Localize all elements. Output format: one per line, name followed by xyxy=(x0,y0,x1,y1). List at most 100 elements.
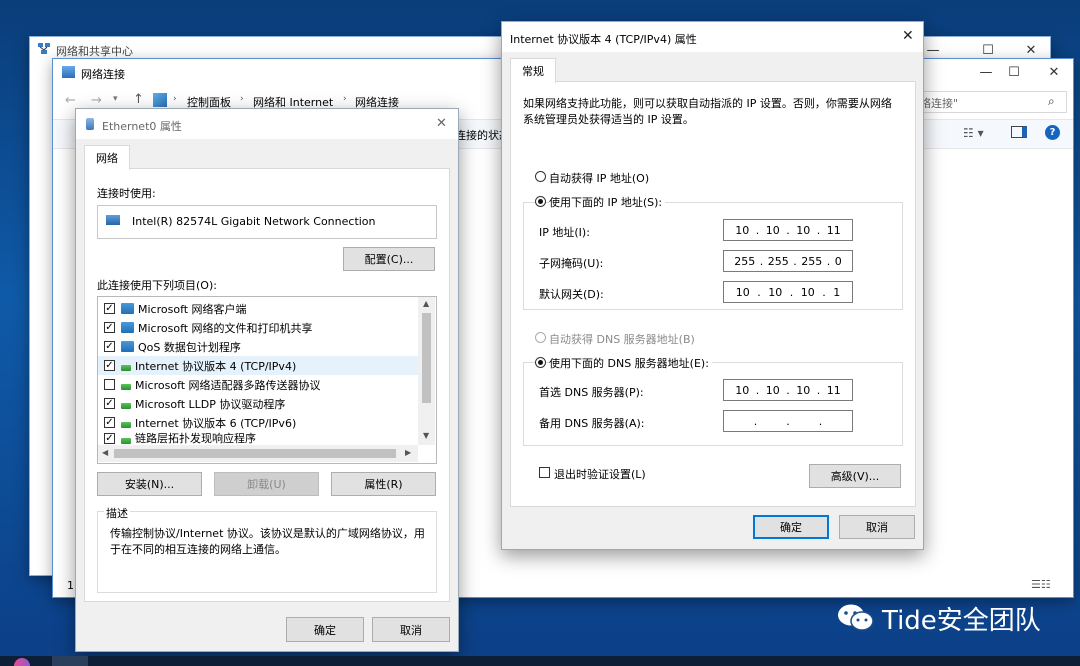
item-label: Microsoft LLDP 协议驱动程序 xyxy=(135,397,286,411)
item-checkbox[interactable]: ✓ xyxy=(104,341,115,352)
validate-checkbox[interactable] xyxy=(539,467,550,478)
tab-general[interactable]: 常规 xyxy=(510,58,556,83)
ip-octet[interactable]: 1 xyxy=(833,286,840,299)
ip-octet[interactable]: 10 xyxy=(766,384,780,397)
item-checkbox[interactable]: ✓ xyxy=(104,322,115,333)
list-item[interactable]: ✓ Internet 协议版本 6 (TCP/IPv6) xyxy=(104,413,296,432)
item-label: Microsoft 网络的文件和打印机共享 xyxy=(138,321,313,335)
item-checkbox[interactable]: ✓ xyxy=(104,417,115,428)
auto-ip-label[interactable]: 自动获得 IP 地址(O) xyxy=(549,170,649,186)
item-checkbox[interactable]: ✓ xyxy=(104,398,115,409)
taskbar-app-icon[interactable] xyxy=(14,658,30,666)
gateway-field[interactable]: 10. 10. 10. 1 xyxy=(723,281,853,303)
recent-chevron-down-icon[interactable]: ▾ xyxy=(113,94,118,104)
item-checkbox[interactable]: ✓ xyxy=(104,303,115,314)
validate-label[interactable]: 退出时验证设置(L) xyxy=(554,466,646,482)
ethernet-close-icon[interactable]: ✕ xyxy=(436,116,447,131)
ip-octet[interactable]: 11 xyxy=(827,224,841,237)
ethernet-ok-button[interactable]: 确定 xyxy=(286,617,364,642)
advanced-button[interactable]: 高级(V)... xyxy=(809,464,901,488)
details-view-icon[interactable]: ☰☷ xyxy=(1031,578,1051,591)
auto-ip-radio[interactable] xyxy=(535,171,546,182)
explorer-close-button[interactable]: ✕ xyxy=(1031,59,1077,85)
explorer-title: 网络连接 xyxy=(81,68,125,81)
uninstall-button[interactable]: 卸载(U) xyxy=(214,472,319,496)
scroll-up-icon[interactable]: ▲ xyxy=(423,299,429,308)
preferred-dns-field[interactable]: 10. 10. 10. 11 xyxy=(723,379,853,401)
ethernet-dialog-title: Ethernet0 属性 xyxy=(102,120,182,133)
manual-dns-label[interactable]: 使用下面的 DNS 服务器地址(E): xyxy=(549,355,712,371)
ipv4-close-icon[interactable]: ✕ xyxy=(902,28,914,44)
scroll-down-icon[interactable]: ▼ xyxy=(423,431,429,440)
subnet-mask-label: 子网掩码(U): xyxy=(539,257,604,270)
manual-dns-radio[interactable] xyxy=(535,357,546,368)
ethernet-properties-dialog: Ethernet0 属性 ✕ 网络 连接时使用: Intel(R) 82574L… xyxy=(75,108,459,652)
manual-ip-radio[interactable] xyxy=(535,196,546,207)
ip-address-field[interactable]: 10. 10. 10. 11 xyxy=(723,219,853,241)
description-text: 传输控制协议/Internet 协议。该协议是默认的广域网络协议，用于在不同的相… xyxy=(110,527,425,556)
scroll-right-icon[interactable]: ▶ xyxy=(405,448,411,457)
auto-dns-label[interactable]: 自动获得 DNS 服务器地址(B) xyxy=(549,331,695,347)
list-item[interactable]: ✓ Microsoft 网络的文件和打印机共享 xyxy=(104,318,313,337)
item-label: 链路层拓扑发现响应程序 xyxy=(135,432,256,444)
up-arrow-icon[interactable]: ↑ xyxy=(133,92,144,107)
ip-octet[interactable]: 10 xyxy=(735,384,749,397)
ethernet-adapter-icon xyxy=(86,118,94,130)
list-item[interactable]: ✓ QoS 数据包计划程序 xyxy=(104,337,241,356)
ip-octet[interactable]: 10 xyxy=(796,224,810,237)
install-button[interactable]: 安装(N)... xyxy=(97,472,202,496)
properties-button[interactable]: 属性(R) xyxy=(331,472,436,496)
ip-octet[interactable]: 10 xyxy=(768,286,782,299)
item-checkbox[interactable]: ✓ xyxy=(104,432,115,444)
item-label: Microsoft 网络客户端 xyxy=(138,302,247,316)
list-item[interactable]: ✓ 链路层拓扑发现响应程序 xyxy=(104,432,256,444)
preview-pane-icon[interactable] xyxy=(1011,126,1027,138)
configure-button[interactable]: 配置(C)... xyxy=(343,247,435,271)
ip-octet[interactable]: 10 xyxy=(801,286,815,299)
ipv4-ok-button[interactable]: 确定 xyxy=(753,515,829,539)
ip-octet[interactable]: 10 xyxy=(796,384,810,397)
ip-octet[interactable]: 10 xyxy=(766,224,780,237)
search-box[interactable]: 络连接" ⌕ xyxy=(915,91,1067,113)
tab-network[interactable]: 网络 xyxy=(84,145,130,170)
ip-octet[interactable]: 255 xyxy=(768,255,789,268)
help-icon[interactable]: ? xyxy=(1045,125,1060,140)
ip-octet[interactable]: 10 xyxy=(736,286,750,299)
list-item[interactable]: ✓ Microsoft LLDP 协议驱动程序 xyxy=(104,394,285,413)
ip-address-label: IP 地址(I): xyxy=(539,226,590,239)
subnet-mask-field[interactable]: 255. 255. 255. 0 xyxy=(723,250,853,272)
forward-arrow-icon[interactable]: → xyxy=(91,93,102,108)
ip-octet[interactable]: 11 xyxy=(827,384,841,397)
hscroll-thumb[interactable] xyxy=(114,449,396,458)
items-list[interactable]: ✓ Microsoft 网络客户端 ✓ Microsoft 网络的文件和打印机共享 … xyxy=(97,296,437,464)
scroll-left-icon[interactable]: ◀ xyxy=(102,448,108,457)
view-options-icon[interactable]: ☷ ▾ xyxy=(963,126,984,140)
list-item-selected[interactable]: ✓ Internet 协议版本 4 (TCP/IPv4) xyxy=(98,356,422,375)
back-arrow-icon[interactable]: ← xyxy=(65,93,76,108)
ip-octet[interactable]: 255 xyxy=(734,255,755,268)
list-vertical-scrollbar[interactable]: ▲ ▼ xyxy=(418,297,435,445)
ip-octet[interactable]: 10 xyxy=(735,224,749,237)
connect-using-label: 连接时使用: xyxy=(97,187,156,200)
search-icon[interactable]: ⌕ xyxy=(1048,94,1055,109)
ipv4-cancel-button[interactable]: 取消 xyxy=(839,515,915,539)
nsc-title: 网络和共享中心 xyxy=(56,45,133,58)
tab-general-label: 常规 xyxy=(522,65,544,78)
ip-octet[interactable]: 0 xyxy=(835,255,842,268)
alternate-dns-field[interactable]: . . . xyxy=(723,410,853,432)
ipv4-tab-page: 如果网络支持此功能，则可以获取自动指派的 IP 设置。否则，你需要从网络系统管理… xyxy=(510,81,916,507)
protocol-icon xyxy=(121,422,131,428)
search-input[interactable]: 络连接" xyxy=(920,95,958,111)
auto-dns-radio[interactable] xyxy=(535,332,546,343)
manual-ip-label[interactable]: 使用下面的 IP 地址(S): xyxy=(549,194,666,210)
item-checkbox[interactable] xyxy=(104,379,115,390)
taskbar-app-icon[interactable] xyxy=(52,656,88,666)
list-item[interactable]: ✓ Microsoft 网络客户端 xyxy=(104,299,247,318)
description-label: 描述 xyxy=(104,505,130,521)
list-item[interactable]: Microsoft 网络适配器多路传送器协议 xyxy=(104,375,321,394)
item-checkbox[interactable]: ✓ xyxy=(104,360,115,371)
ethernet-cancel-button[interactable]: 取消 xyxy=(372,617,450,642)
list-horizontal-scrollbar[interactable]: ◀ ▶ xyxy=(98,445,418,462)
scroll-thumb[interactable] xyxy=(422,313,431,403)
ip-octet[interactable]: 255 xyxy=(801,255,822,268)
